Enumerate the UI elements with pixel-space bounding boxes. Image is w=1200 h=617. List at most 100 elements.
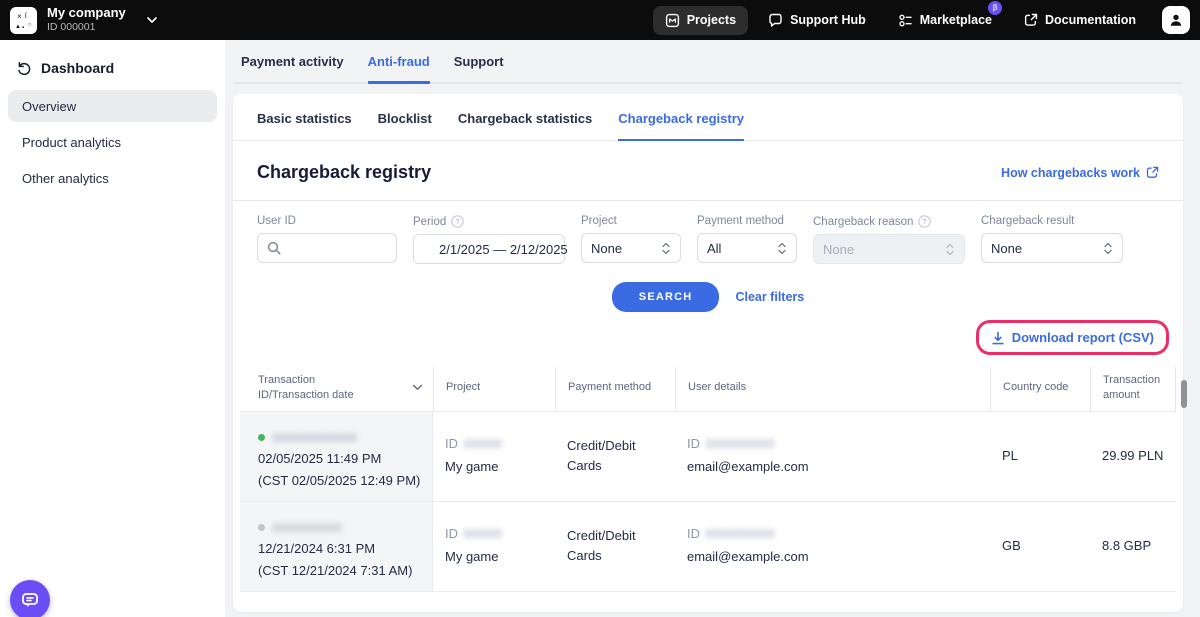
projects-icon <box>665 13 680 28</box>
chevron-down-icon[interactable] <box>146 16 158 24</box>
project-select[interactable]: None <box>581 233 681 263</box>
sort-chevron-icon[interactable] <box>412 384 423 391</box>
transaction-id-masked: 000000000 <box>273 518 342 538</box>
transaction-date: 02/05/2025 11:49 PM <box>258 448 422 470</box>
user-id-input[interactable] <box>257 233 397 263</box>
table-row[interactable]: 000000000 12/21/2024 6:31 PM (CST 12/21/… <box>240 502 1176 592</box>
download-report-link[interactable]: Download report (CSV) <box>991 330 1154 345</box>
col-project: Project <box>433 367 555 411</box>
search-icon <box>267 241 281 255</box>
nav-support-hub-label: Support Hub <box>790 13 866 27</box>
sidebar-menu: Overview Product analytics Other analyti… <box>0 86 225 202</box>
company-name: My company <box>47 6 126 20</box>
how-chargebacks-work-link[interactable]: How chargebacks work <box>1001 166 1159 180</box>
chargeback-table: Transaction ID/Transaction date Project … <box>240 367 1176 592</box>
cell-country-code: PL <box>990 412 1090 501</box>
tab-anti-fraud[interactable]: Anti-fraud <box>368 54 430 84</box>
nav-projects-button[interactable]: Projects <box>653 6 748 35</box>
cell-user-details: ID000000000 email@example.com <box>675 412 990 501</box>
chargeback-result-value: None <box>991 241 1095 256</box>
clear-filters-link[interactable]: Clear filters <box>735 290 804 304</box>
select-chevrons-icon <box>1103 242 1113 255</box>
transaction-date-cst: (CST 12/21/2024 7:31 AM) <box>258 560 422 582</box>
chat-bubble-icon <box>20 590 40 610</box>
nav-documentation-button[interactable]: Documentation <box>1012 6 1148 34</box>
nav-support-hub-button[interactable]: Support Hub <box>756 6 878 35</box>
project-label: Project <box>581 215 681 227</box>
cell-amount: 8.8 GBP <box>1090 502 1176 591</box>
svg-text:▲: ▲ <box>15 24 21 30</box>
download-row: Download report (CSV) <box>233 312 1183 355</box>
user-email: email@example.com <box>687 546 980 569</box>
sidebar-item-other-analytics[interactable]: Other analytics <box>8 162 217 194</box>
external-link-icon <box>1146 166 1159 179</box>
sidebar-item-overview[interactable]: Overview <box>8 90 217 122</box>
user-id-label: User ID <box>257 215 397 227</box>
tab-basic-statistics[interactable]: Basic statistics <box>257 111 352 140</box>
help-icon[interactable]: ? <box>451 215 464 228</box>
external-link-icon <box>1024 13 1038 27</box>
table-row[interactable]: 00000000000 02/05/2025 11:49 PM (CST 02/… <box>240 412 1176 502</box>
cell-project: ID00000 My game <box>433 412 555 501</box>
page-scrollbar-thumb[interactable] <box>1181 380 1187 408</box>
cell-country-code: GB <box>990 502 1090 591</box>
filter-chargeback-result: Chargeback result None <box>981 215 1123 264</box>
project-name: My game <box>445 456 545 479</box>
filter-project: Project None <box>581 215 681 264</box>
tab-payment-activity[interactable]: Payment activity <box>241 54 344 82</box>
tab-blocklist[interactable]: Blocklist <box>378 111 432 140</box>
chargeback-reason-value: None <box>823 242 937 257</box>
speech-bubble-icon <box>768 13 783 28</box>
tab-support[interactable]: Support <box>454 54 504 82</box>
download-report-label: Download report (CSV) <box>1012 330 1154 345</box>
main-tabs: Payment activity Anti-fraud Support <box>233 40 1183 84</box>
period-input[interactable]: 2/1/2025 — 2/12/2025 <box>413 234 565 264</box>
col-amount: Transaction amount <box>1090 367 1176 411</box>
select-chevrons-icon <box>945 243 955 256</box>
marketplace-badge: β <box>988 1 1002 15</box>
tab-chargeback-statistics[interactable]: Chargeback statistics <box>458 111 592 140</box>
highlight-annotation: Download report (CSV) <box>976 320 1169 355</box>
sidebar-back-dashboard[interactable]: Dashboard <box>0 50 225 86</box>
cell-project: ID00000 My game <box>433 502 555 591</box>
svg-text:?: ? <box>456 217 460 226</box>
transaction-date-cst: (CST 02/05/2025 12:49 PM) <box>258 470 422 492</box>
chargeback-reason-select: None <box>813 234 965 264</box>
project-value: None <box>591 241 653 256</box>
svg-text:○: ○ <box>28 22 32 28</box>
project-id-prefix: ID <box>445 436 458 451</box>
project-id-prefix: ID <box>445 526 458 541</box>
filter-payment-method: Payment method All <box>697 215 797 264</box>
help-icon[interactable]: ? <box>918 215 931 228</box>
chargeback-result-select[interactable]: None <box>981 233 1123 263</box>
transaction-date: 12/21/2024 6:31 PM <box>258 538 422 560</box>
user-id-prefix: ID <box>687 436 700 451</box>
col-transaction[interactable]: Transaction ID/Transaction date <box>240 367 433 411</box>
sliders-icon <box>898 13 913 28</box>
svg-text:×: × <box>17 12 22 21</box>
cell-user-details: ID000000000 email@example.com <box>675 502 990 591</box>
svg-text:▪: ▪ <box>22 25 24 31</box>
svg-text:ſ: ſ <box>25 13 27 20</box>
nav-marketplace-button[interactable]: Marketplace β <box>886 6 1004 35</box>
status-dot <box>258 524 265 531</box>
payment-method-select[interactable]: All <box>697 233 797 263</box>
user-avatar-button[interactable] <box>1162 6 1190 34</box>
sidebar-item-product-analytics[interactable]: Product analytics <box>8 126 217 158</box>
company-selector[interactable]: × ſ ▲ ▪ ○ My company ID 000001 <box>10 6 158 34</box>
payment-method-value: Credit/Debit Cards <box>567 436 665 476</box>
tab-chargeback-registry[interactable]: Chargeback registry <box>618 111 744 141</box>
chat-widget-button[interactable] <box>10 580 50 617</box>
nav-marketplace-label: Marketplace <box>920 13 992 27</box>
nav-documentation-label: Documentation <box>1045 13 1136 27</box>
topbar-nav: Projects Support Hub Marketplace β Docum… <box>653 6 1190 35</box>
filters-row: User ID Period ? <box>233 201 1183 264</box>
payment-method-value: Credit/Debit Cards <box>567 526 665 566</box>
transaction-id-masked: 00000000000 <box>273 428 357 448</box>
payment-method-label: Payment method <box>697 215 797 227</box>
search-button[interactable]: SEARCH <box>612 282 720 312</box>
cell-transaction: 000000000 12/21/2024 6:31 PM (CST 12/21/… <box>240 502 433 591</box>
main-content: Payment activity Anti-fraud Support Basi… <box>225 40 1200 617</box>
logo-glyphs-icon: × ſ ▲ ▪ ○ <box>10 7 37 34</box>
filter-period: Period ? 2/1/2025 — 2/12/2025 <box>413 215 565 264</box>
